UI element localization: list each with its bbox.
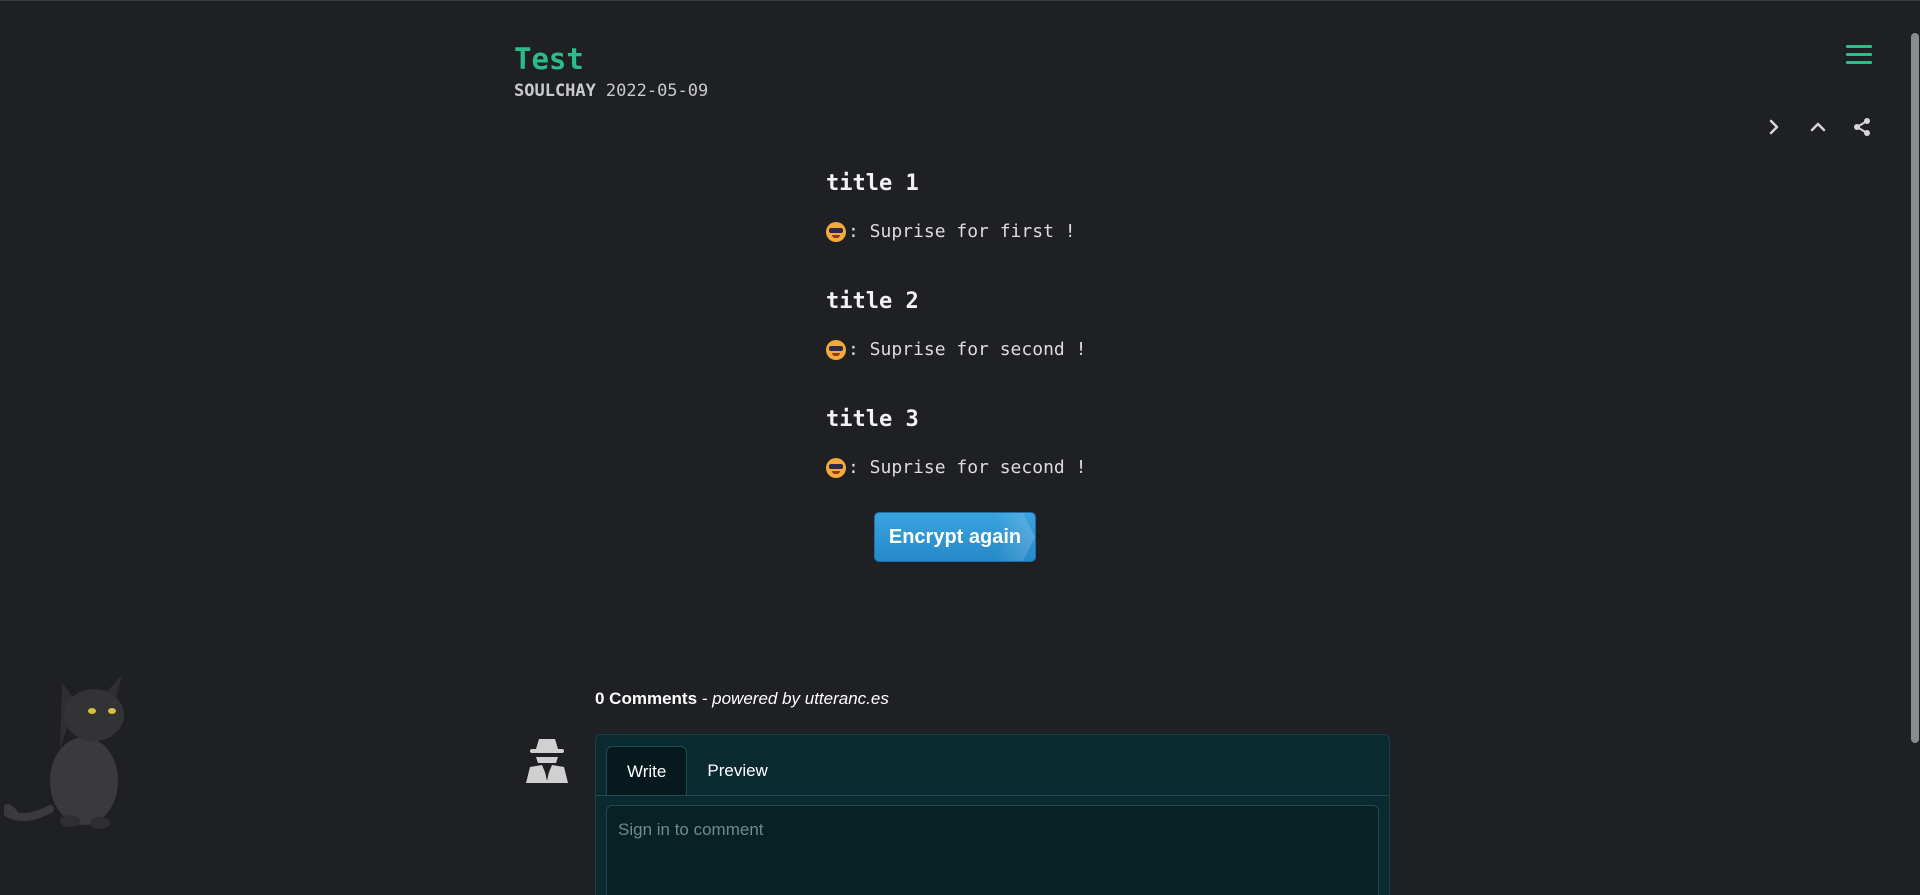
tab-preview[interactable]: Preview bbox=[687, 746, 787, 796]
post-date: 2022-05-09 bbox=[605, 81, 709, 101]
share-button[interactable] bbox=[1850, 115, 1874, 139]
post-header: Test SOULCHAY 2022-05-09 bbox=[514, 41, 708, 101]
sunglasses-emoji-icon bbox=[826, 458, 846, 478]
scroll-top-button[interactable] bbox=[1806, 115, 1830, 139]
next-post-button[interactable] bbox=[1762, 115, 1786, 139]
content-section: title 1 : Suprise for first ! bbox=[826, 169, 1426, 247]
scrollbar[interactable] bbox=[1906, 31, 1920, 895]
section-text-value: : Suprise for second ! bbox=[848, 339, 1087, 360]
comment-tabs: Write Preview bbox=[606, 746, 788, 796]
anonymous-avatar-icon bbox=[526, 739, 568, 783]
post-meta: SOULCHAY 2022-05-09 bbox=[514, 81, 708, 101]
post-content: title 1 : Suprise for first ! title 2 : … bbox=[826, 169, 1426, 483]
comments-header: 0 Comments - powered by utteranc.es bbox=[595, 689, 889, 709]
section-title: title 1 bbox=[826, 171, 919, 196]
post-title: Test bbox=[514, 42, 584, 76]
encrypt-again-button[interactable]: Encrypt again bbox=[874, 512, 1036, 562]
comments-count: 0 Comments bbox=[595, 689, 698, 708]
post-nav-actions bbox=[1762, 115, 1874, 139]
cat-mascot-icon[interactable] bbox=[4, 663, 134, 833]
sunglasses-emoji-icon bbox=[826, 340, 846, 360]
share-icon bbox=[1854, 118, 1870, 136]
section-title: title 3 bbox=[826, 407, 919, 432]
section-text-value: : Suprise for second ! bbox=[848, 457, 1087, 478]
section-text: : Suprise for first ! bbox=[826, 217, 1426, 247]
content-section: title 2 : Suprise for second ! bbox=[826, 287, 1426, 365]
sunglasses-emoji-icon bbox=[826, 222, 846, 242]
tab-write[interactable]: Write bbox=[606, 746, 688, 796]
chevron-right-icon bbox=[1769, 119, 1779, 135]
section-text: : Suprise for second ! bbox=[826, 453, 1426, 483]
scrollbar-thumb[interactable] bbox=[1911, 33, 1919, 743]
hamburger-icon[interactable] bbox=[1846, 45, 1872, 69]
comment-box: Write Preview bbox=[595, 734, 1390, 895]
section-text-value: : Suprise for first ! bbox=[848, 221, 1076, 242]
content-section: title 3 : Suprise for second ! bbox=[826, 405, 1426, 483]
powered-by-link[interactable]: - powered by utteranc.es bbox=[697, 689, 889, 708]
post-author[interactable]: SOULCHAY bbox=[514, 81, 596, 101]
chevron-up-icon bbox=[1810, 122, 1826, 132]
section-title: title 2 bbox=[826, 289, 919, 314]
section-text: : Suprise for second ! bbox=[826, 335, 1426, 365]
tab-divider bbox=[596, 795, 1389, 796]
comment-input[interactable] bbox=[606, 805, 1379, 895]
